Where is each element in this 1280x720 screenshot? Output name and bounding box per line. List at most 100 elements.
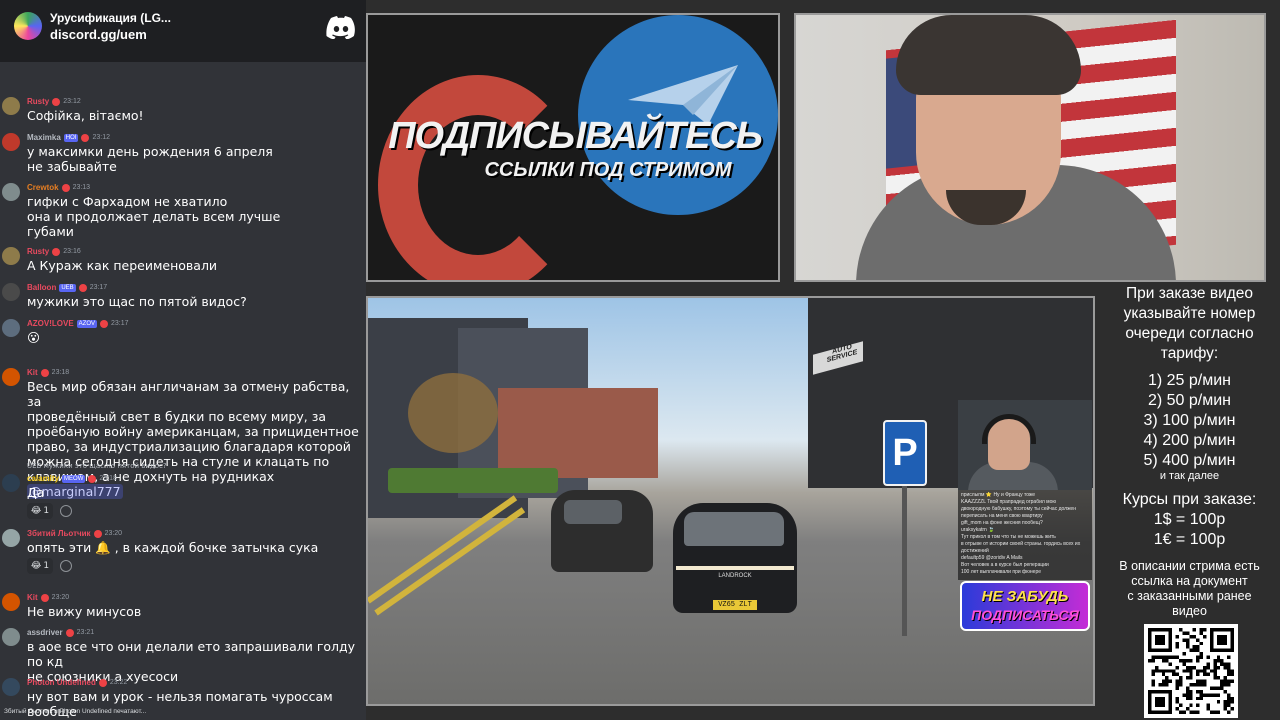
username[interactable]: Crewtok <box>27 183 59 192</box>
avatar[interactable] <box>2 678 20 696</box>
panel-note-line: видео <box>1172 604 1207 618</box>
message-text: Софійка, вітаємо! <box>27 108 365 123</box>
timestamp: 23:13 <box>72 184 91 191</box>
reaction-button[interactable]: 😂 1 <box>27 503 53 519</box>
add-reaction-icon[interactable] <box>60 560 72 572</box>
reaction-count: 1 <box>43 561 50 571</box>
tree <box>408 373 498 453</box>
inner-chat-line: gift_mom на фоне жесния пообещ? <box>961 520 1043 526</box>
message-line: губами <box>27 224 74 239</box>
reaction-button[interactable]: 😂 1 <box>27 558 53 574</box>
game-video: AUTO SERVICE LANDROCK VZ65 ZLT P прислып… <box>366 296 1095 706</box>
rate-line: 1€ = 100р <box>1153 531 1226 548</box>
message-meta: AZOV!LOVE AZOV 23:17 <box>27 318 129 329</box>
inner-chat-line: переписать на меня свою квартиру <box>961 513 1043 519</box>
panel-intro-line: При заказе видео <box>1125 285 1254 302</box>
panel-note-line: с заказанными ранее <box>1127 589 1252 603</box>
headset-icon <box>982 414 1036 444</box>
role-icon <box>65 628 74 637</box>
avatar[interactable] <box>2 283 20 301</box>
username[interactable]: Balloon <box>27 283 56 292</box>
message-text: А Кураж как переименовали <box>27 258 365 273</box>
server-invite-link[interactable]: discord.gg/uem <box>50 27 147 42</box>
message-meta: assdriver 23:21 <box>27 627 94 638</box>
message-line: не забывайте <box>27 159 117 174</box>
avatar[interactable] <box>2 97 20 115</box>
avatar[interactable] <box>2 133 20 151</box>
avatar[interactable] <box>2 529 20 547</box>
timestamp: 23:20 <box>104 530 123 537</box>
username[interactable]: AZOV!LOVE <box>27 319 74 328</box>
message-line: опять эти 🔔 , в каждой бочке затычка сук… <box>27 540 319 555</box>
clan-badge: MEOW <box>62 474 86 483</box>
message-line: А Кураж как переименовали <box>27 258 218 273</box>
price-tier: 2) 50 р/мин <box>1147 392 1232 409</box>
message-line: Софійка, вітаємо! <box>27 108 144 123</box>
banner-title: ПОДПИСЫВАЙТЕСЬ <box>388 115 763 157</box>
username[interactable]: Kit <box>27 368 38 377</box>
username[interactable]: Photon Undefined <box>27 678 96 687</box>
price-tier: 5) 400 р/мин <box>1143 452 1236 469</box>
message-meta: Maximka HOI 23:12 <box>27 132 110 143</box>
username[interactable]: Maximka <box>27 133 61 142</box>
timestamp: 23:18 <box>99 475 117 482</box>
username[interactable]: Rusty <box>27 247 49 256</box>
message-text: мужики это щас по пятой видос? <box>27 294 365 309</box>
message-meta: Photon Undefined 23:22 <box>27 677 127 688</box>
avatar[interactable] <box>2 183 20 201</box>
avatar[interactable] <box>2 368 20 386</box>
username[interactable]: Збитий Льотчик <box>27 529 91 538</box>
inner-stream-chat: прислыпм ⭐ Ну и Францу тоже KAAZZZZL Твой… <box>958 490 1092 580</box>
suv-window <box>684 512 784 546</box>
parking-sign: P <box>883 420 927 486</box>
server-icon <box>14 12 42 40</box>
avatar[interactable] <box>2 474 20 492</box>
message-meta: calamity MEOW 23:18 <box>27 473 117 484</box>
panel-intro-line: очереди согласно <box>1125 325 1254 342</box>
message-list[interactable]: Rusty 23:12 Софійка, вітаємо! Maximka HOI 23:… <box>0 62 366 719</box>
discord-server-header[interactable]: Урусификация (LG... discord.gg/uem <box>0 0 366 62</box>
inner-chat-line: Вот человек а в курсе был реперации <box>961 562 1049 568</box>
role-icon <box>40 368 49 377</box>
taxi-window <box>564 500 622 524</box>
role-icon <box>88 474 97 483</box>
message-meta: Kit 23:18 <box>27 367 69 378</box>
username[interactable]: Kit <box>27 593 38 602</box>
reminder-line-1: НЕ ЗАБУДЬ <box>981 588 1069 605</box>
reply-preview[interactable]: UEB мужики это щас по пятой видос? <box>27 462 167 470</box>
role-icon <box>100 319 109 328</box>
subscribe-reminder: НЕ ЗАБУДЬ ПОДПИСАТЬСЯ <box>960 581 1090 631</box>
message-line: мужики это щас по пятой видос? <box>27 294 247 309</box>
timestamp: 23:17 <box>89 284 108 291</box>
avatar[interactable] <box>2 593 20 611</box>
laugh-emoji-icon: 😂 <box>30 506 42 516</box>
qr-code <box>1144 624 1238 718</box>
suv-brand-label: LANDROCK <box>718 573 752 579</box>
panel-note-line: В описании стрима есть <box>1119 559 1260 573</box>
avatar[interactable] <box>2 319 20 337</box>
message-meta: Crewtok 23:13 <box>27 182 90 193</box>
timestamp: 23:12 <box>92 134 110 141</box>
server-name: Урусификация (LG... <box>50 11 171 25</box>
typing-indicator: Збитый Льотчик и Photon Undefined печата… <box>4 708 147 715</box>
streamer-hair <box>896 15 1081 95</box>
add-reaction-icon[interactable] <box>60 505 72 517</box>
rate-line: 1$ = 100р <box>1153 511 1226 528</box>
message-line: проведённый свет в будки по всему миру, … <box>27 409 327 424</box>
timestamp: 23:17 <box>111 320 129 327</box>
avatar[interactable] <box>2 247 20 265</box>
timestamp: 23:18 <box>51 369 70 376</box>
avatar[interactable] <box>2 628 20 646</box>
panel-note-line: ссылка на документ <box>1131 574 1248 588</box>
message-text: 😮 <box>27 330 365 345</box>
message-line: Да <box>27 485 45 500</box>
username[interactable]: assdriver <box>27 628 63 637</box>
username[interactable]: calamity <box>27 474 59 483</box>
hedge <box>388 468 558 493</box>
inner-chat-line: достижений <box>961 548 989 554</box>
panel-intro-line: указывайте номер <box>1123 305 1256 322</box>
message-line: у максимки день рождения 6 апреля <box>27 144 273 159</box>
role-icon <box>93 529 102 538</box>
username[interactable]: Rusty <box>27 97 49 106</box>
message-text: у максимки день рождения 6 апреля не забы… <box>27 144 365 174</box>
